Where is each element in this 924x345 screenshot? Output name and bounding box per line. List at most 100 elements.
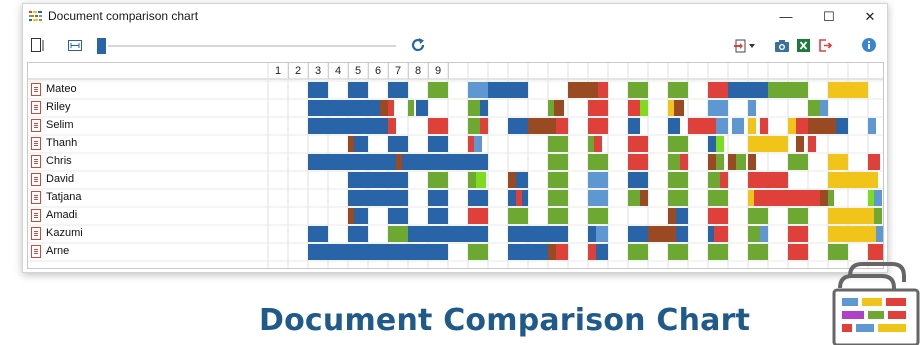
comparison-segment[interactable] [628, 244, 648, 260]
comparison-segment[interactable] [428, 136, 448, 152]
comparison-segment[interactable] [748, 244, 768, 260]
comparison-segment[interactable] [828, 82, 868, 98]
comparison-segment[interactable] [508, 190, 516, 206]
comparison-segment[interactable] [716, 136, 724, 152]
comparison-segment[interactable] [736, 154, 746, 170]
comparison-segment[interactable] [716, 154, 724, 170]
comparison-segment[interactable] [508, 208, 528, 224]
comparison-segment[interactable] [668, 172, 688, 188]
comparison-segment[interactable] [748, 100, 756, 116]
comparison-segment[interactable] [676, 208, 688, 224]
comparison-segment[interactable] [468, 82, 488, 98]
comparison-segment[interactable] [380, 100, 388, 116]
comparison-segment[interactable] [480, 100, 488, 116]
comparison-segment[interactable] [628, 172, 648, 188]
comparison-segment[interactable] [416, 100, 428, 116]
document-row[interactable]: Kazumi [28, 225, 268, 243]
comparison-segment[interactable] [468, 190, 488, 206]
comparison-segment[interactable] [528, 118, 556, 134]
comparison-segment[interactable] [388, 208, 408, 224]
comparison-segment[interactable] [402, 154, 488, 170]
comparison-segment[interactable] [676, 226, 688, 242]
info-icon[interactable] [862, 38, 876, 52]
comparison-segment[interactable] [588, 226, 596, 242]
comparison-segment[interactable] [828, 172, 878, 188]
comparison-segment[interactable] [708, 244, 728, 260]
comparison-segment[interactable] [468, 172, 476, 188]
comparison-segment[interactable] [760, 118, 768, 134]
comparison-segment[interactable] [708, 82, 728, 98]
exit-icon[interactable] [819, 39, 833, 52]
document-row[interactable]: David [28, 171, 268, 189]
comparison-segment[interactable] [820, 190, 828, 206]
comparison-segment[interactable] [476, 172, 486, 188]
comparison-segment[interactable] [516, 172, 528, 188]
comparison-segment[interactable] [408, 226, 488, 242]
comparison-segment[interactable] [388, 118, 396, 134]
comparison-segment[interactable] [628, 118, 640, 134]
comparison-segment[interactable] [674, 100, 684, 116]
comparison-segment[interactable] [628, 136, 648, 152]
comparison-segment[interactable] [474, 136, 482, 152]
comparison-segment[interactable] [308, 118, 348, 134]
comparison-segment[interactable] [468, 100, 480, 116]
comparison-segment[interactable] [708, 208, 728, 224]
comparison-segment[interactable] [708, 226, 714, 242]
comparison-segment[interactable] [868, 154, 880, 170]
comparison-segment[interactable] [708, 100, 728, 116]
document-icon[interactable] [31, 38, 45, 53]
maximize-button[interactable]: ☐ [814, 7, 844, 27]
comparison-segment[interactable] [628, 154, 648, 170]
comparison-segment[interactable] [522, 190, 528, 206]
comparison-segment[interactable] [428, 82, 448, 98]
comparison-segment[interactable] [588, 136, 594, 152]
comparison-segment[interactable] [714, 226, 728, 242]
comparison-segment[interactable] [708, 136, 716, 152]
zoom-slider[interactable] [97, 38, 397, 54]
comparison-segment[interactable] [588, 208, 608, 224]
comparison-segment[interactable] [548, 190, 568, 206]
comparison-segment[interactable] [732, 118, 744, 134]
comparison-segment[interactable] [788, 244, 808, 260]
comparison-segment[interactable] [308, 100, 380, 116]
document-row[interactable]: Arne [28, 243, 268, 261]
comparison-segment[interactable] [868, 118, 876, 134]
comparison-segment[interactable] [396, 154, 402, 170]
comparison-segment[interactable] [348, 226, 368, 242]
comparison-segment[interactable] [668, 244, 688, 260]
comparison-segment[interactable] [388, 136, 408, 152]
comparison-segment[interactable] [828, 190, 834, 206]
comparison-segment[interactable] [748, 118, 756, 134]
document-row[interactable]: Amadi [28, 207, 268, 225]
comparison-segment[interactable] [808, 100, 820, 116]
comparison-segment[interactable] [354, 208, 368, 224]
comparison-segment[interactable] [554, 100, 564, 116]
comparison-segment[interactable] [628, 100, 640, 116]
comparison-segment[interactable] [508, 172, 516, 188]
comparison-segment[interactable] [828, 226, 876, 242]
comparison-segment[interactable] [868, 190, 874, 206]
comparison-segment[interactable] [828, 154, 848, 170]
comparison-segment[interactable] [796, 118, 808, 134]
comparison-segment[interactable] [808, 118, 836, 134]
comparison-segment[interactable] [748, 226, 760, 242]
comparison-segment[interactable] [354, 136, 368, 152]
comparison-segment[interactable] [548, 100, 554, 116]
comparison-segment[interactable] [688, 118, 716, 134]
comparison-segment[interactable] [516, 190, 522, 206]
document-row[interactable]: Tatjana [28, 189, 268, 207]
comparison-segment[interactable] [680, 154, 688, 170]
comparison-segment[interactable] [360, 118, 388, 134]
refresh-icon[interactable] [410, 37, 426, 53]
excel-icon[interactable] [797, 39, 810, 52]
comparison-segment[interactable] [594, 136, 602, 152]
comparison-segment[interactable] [754, 190, 820, 206]
screenshot-icon[interactable] [775, 39, 789, 52]
comparison-segment[interactable] [668, 136, 688, 152]
export-dropdown-icon[interactable] [733, 39, 757, 53]
comparison-segment[interactable] [428, 208, 448, 224]
comparison-segment[interactable] [548, 154, 568, 170]
comparison-segment[interactable] [588, 244, 596, 260]
comparison-segment[interactable] [668, 154, 680, 170]
comparison-segment[interactable] [548, 208, 568, 224]
